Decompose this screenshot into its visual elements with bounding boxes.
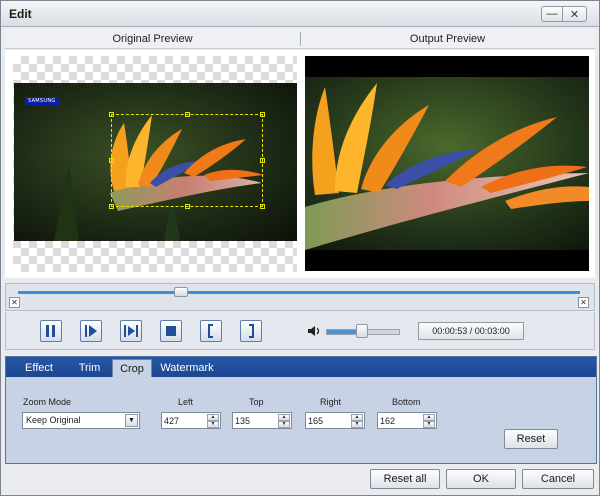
play-next-frame-icon bbox=[85, 325, 97, 337]
crop-top-spinner[interactable]: ▲ ▼ bbox=[232, 412, 292, 429]
pause-icon bbox=[46, 325, 55, 337]
crop-top-label: Top bbox=[249, 397, 264, 407]
crop-handle-top[interactable] bbox=[185, 112, 190, 117]
title-bar: Edit — ✕ bbox=[1, 1, 599, 27]
minimize-icon: — bbox=[546, 8, 558, 20]
spin-down-icon[interactable]: ▼ bbox=[423, 421, 435, 428]
mark-start-icon bbox=[208, 324, 213, 338]
crop-right-spinner[interactable]: ▲ ▼ bbox=[305, 412, 365, 429]
crop-right-input[interactable] bbox=[308, 414, 350, 427]
original-preview-label: Original Preview bbox=[112, 33, 193, 45]
preview-header: Original Preview Output Preview bbox=[5, 29, 595, 49]
spin-up-icon[interactable]: ▲ bbox=[207, 414, 219, 421]
crop-top-input[interactable] bbox=[235, 414, 277, 427]
mark-start-button[interactable] bbox=[200, 320, 222, 342]
timeline-thumb[interactable] bbox=[173, 287, 188, 297]
next-frame-button[interactable] bbox=[80, 320, 102, 342]
time-display: 00:00:53 / 00:03:00 bbox=[418, 322, 524, 340]
crop-handle-top-left[interactable] bbox=[109, 112, 114, 117]
timeline-end-marker-icon[interactable]: ✕ bbox=[578, 297, 589, 308]
minimize-button[interactable]: — bbox=[541, 6, 563, 22]
settings-panel: Effect Trim Crop Watermark Zoom Mode Kee… bbox=[5, 356, 597, 464]
close-button[interactable]: ✕ bbox=[563, 6, 587, 22]
cropped-flower-image bbox=[305, 77, 589, 250]
crop-right-label: Right bbox=[320, 397, 342, 407]
window-controls: — ✕ bbox=[541, 6, 587, 22]
spin-down-icon[interactable]: ▼ bbox=[278, 421, 290, 428]
header-divider bbox=[300, 32, 301, 46]
volume-icon[interactable] bbox=[307, 325, 321, 337]
play-selection-button[interactable] bbox=[120, 320, 142, 342]
crop-handle-bottom[interactable] bbox=[185, 204, 190, 209]
zoom-mode-value: Keep Original bbox=[26, 415, 81, 425]
crop-handle-bottom-right[interactable] bbox=[260, 204, 265, 209]
crop-bottom-spinner[interactable]: ▲ ▼ bbox=[377, 412, 437, 429]
cancel-button[interactable]: Cancel bbox=[522, 469, 594, 489]
pause-button[interactable] bbox=[40, 320, 62, 342]
output-preview-label: Output Preview bbox=[409, 33, 486, 45]
timeline-start-marker-icon[interactable]: ✕ bbox=[9, 297, 20, 308]
spin-up-icon[interactable]: ▲ bbox=[278, 414, 290, 421]
tab-crop[interactable]: Crop bbox=[112, 359, 152, 377]
preview-area: SAMSUNG bbox=[5, 50, 595, 278]
crop-reset-button[interactable]: Reset bbox=[504, 429, 558, 449]
edit-dialog: Edit — ✕ Original Preview Output Preview bbox=[0, 0, 600, 496]
spin-down-icon[interactable]: ▼ bbox=[207, 421, 219, 428]
crop-bottom-input[interactable] bbox=[380, 414, 422, 427]
spin-up-icon[interactable]: ▲ bbox=[351, 414, 363, 421]
tab-effect[interactable]: Effect bbox=[11, 359, 67, 377]
crop-left-spinner[interactable]: ▲ ▼ bbox=[161, 412, 221, 429]
crop-left-label: Left bbox=[178, 397, 194, 407]
crop-selection-box[interactable] bbox=[109, 112, 265, 209]
mark-end-button[interactable] bbox=[240, 320, 262, 342]
crop-handle-right[interactable] bbox=[260, 158, 265, 163]
mark-end-icon bbox=[249, 324, 254, 338]
window-title: Edit bbox=[9, 7, 32, 21]
tab-bar: Effect Trim Crop Watermark bbox=[6, 357, 596, 377]
dropdown-arrow-icon[interactable]: ▼ bbox=[125, 414, 138, 427]
stop-icon bbox=[166, 326, 176, 336]
play-selection-icon bbox=[124, 325, 138, 337]
timeline-slider[interactable]: ✕ ✕ bbox=[5, 283, 595, 311]
spin-up-icon[interactable]: ▲ bbox=[423, 414, 435, 421]
spin-down-icon[interactable]: ▼ bbox=[351, 421, 363, 428]
stop-button[interactable] bbox=[160, 320, 182, 342]
zoom-mode-label: Zoom Mode bbox=[23, 397, 72, 407]
playback-controls: 00:00:53 / 00:03:00 bbox=[5, 312, 595, 350]
crop-handle-bottom-left[interactable] bbox=[109, 204, 114, 209]
output-cropped-image bbox=[305, 77, 589, 250]
zoom-mode-select[interactable]: Keep Original ▼ bbox=[22, 412, 140, 429]
tab-trim[interactable]: Trim bbox=[67, 359, 112, 377]
close-icon: ✕ bbox=[569, 8, 580, 21]
tab-watermark[interactable]: Watermark bbox=[154, 359, 220, 377]
crop-left-input[interactable] bbox=[164, 414, 206, 427]
crop-handle-left[interactable] bbox=[109, 158, 114, 163]
crop-handle-top-right[interactable] bbox=[260, 112, 265, 117]
volume-thumb[interactable] bbox=[356, 324, 368, 338]
timeline-track bbox=[18, 291, 580, 294]
ok-button[interactable]: OK bbox=[446, 469, 516, 489]
reset-all-button[interactable]: Reset all bbox=[370, 469, 440, 489]
samsung-watermark: SAMSUNG bbox=[25, 97, 59, 105]
crop-bottom-label: Bottom bbox=[392, 397, 421, 407]
